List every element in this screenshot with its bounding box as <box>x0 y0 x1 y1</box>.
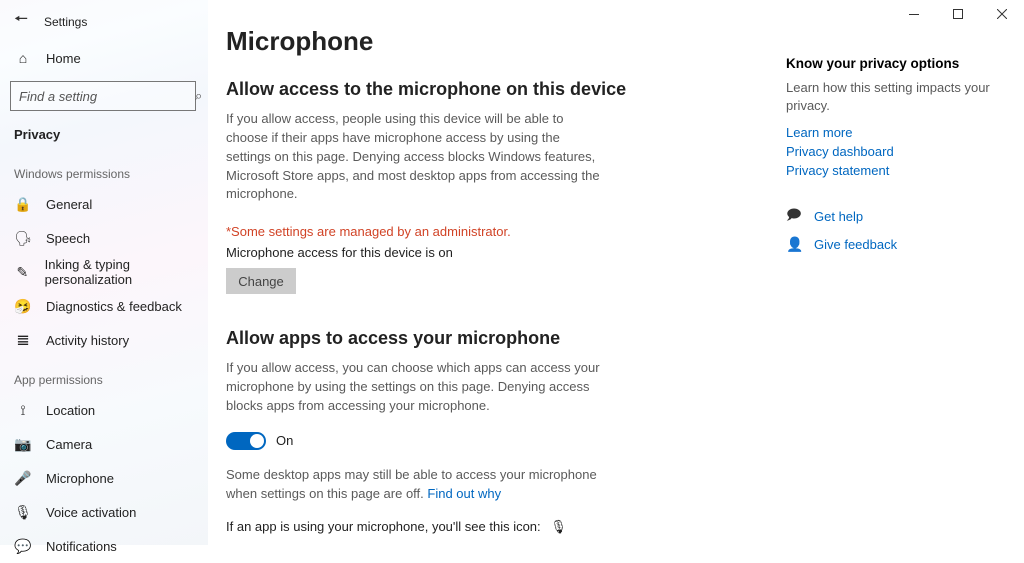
category-privacy[interactable]: Privacy <box>0 117 208 151</box>
search-input[interactable] <box>19 89 195 104</box>
sidebar-item-inking[interactable]: ✎Inking & typing personalization <box>0 255 208 289</box>
back-button[interactable]: 🠔 <box>10 8 32 35</box>
section2-note: Some desktop apps may still be able to a… <box>226 466 606 504</box>
section1-desc: If you allow access, people using this d… <box>226 110 606 204</box>
aside-heading: Know your privacy options <box>786 56 996 71</box>
allow-apps-state: On <box>276 433 293 448</box>
lock-icon: 🔒 <box>14 196 32 213</box>
ink-icon: ✎ <box>14 264 31 281</box>
get-help-link[interactable]: 🗩 Get help <box>786 204 996 228</box>
home-icon: ⌂ <box>14 50 32 66</box>
aside-panel: Know your privacy options Learn how this… <box>786 26 996 545</box>
change-button[interactable]: Change <box>226 268 296 294</box>
main-area: Microphone Allow access to the microphon… <box>208 0 1024 545</box>
sidebar: 🠔 Settings ⌂ Home ⌕ Privacy Windows perm… <box>0 0 208 545</box>
section-header-app-permissions: App permissions <box>0 357 208 393</box>
sidebar-item-general[interactable]: 🔒General <box>0 187 208 221</box>
aside-desc: Learn how this setting impacts your priv… <box>786 79 996 115</box>
link-privacy-dashboard[interactable]: Privacy dashboard <box>786 144 996 159</box>
section1-heading: Allow access to the microphone on this d… <box>226 79 786 100</box>
help-icon: 🗩 <box>786 204 804 228</box>
voice-icon: 🎙 <box>14 504 32 521</box>
sidebar-item-microphone[interactable]: 🎤Microphone <box>0 461 208 495</box>
section-device-access: Allow access to the microphone on this d… <box>226 79 786 294</box>
section2-desc: If you allow access, you can choose whic… <box>226 359 606 416</box>
camera-icon: 📷 <box>14 436 32 453</box>
mic-icon: 🎤 <box>14 470 32 487</box>
home-label: Home <box>46 51 81 66</box>
allow-apps-toggle[interactable] <box>226 432 266 450</box>
location-icon: ⟟ <box>14 402 32 419</box>
home-nav[interactable]: ⌂ Home <box>0 41 208 75</box>
minimize-button[interactable] <box>892 0 936 28</box>
search-icon: ⌕ <box>195 88 202 104</box>
sidebar-item-camera[interactable]: 📷Camera <box>0 427 208 461</box>
close-button[interactable] <box>980 0 1024 28</box>
speech-icon: 🗣 <box>14 230 32 247</box>
sidebar-item-voice-activation[interactable]: 🎙Voice activation <box>0 495 208 529</box>
window-titlebar <box>892 0 1024 28</box>
section2-heading: Allow apps to access your microphone <box>226 328 786 349</box>
page-title: Microphone <box>226 26 786 57</box>
give-feedback-link[interactable]: 👤 Give feedback <box>786 236 996 253</box>
sidebar-item-speech[interactable]: 🗣Speech <box>0 221 208 255</box>
sidebar-item-diagnostics[interactable]: 🤧Diagnostics & feedback <box>0 289 208 323</box>
mic-in-use-sentence: If an app is using your microphone, you'… <box>226 519 786 535</box>
link-learn-more[interactable]: Learn more <box>786 125 996 140</box>
mic-indicator-icon: 🎙 <box>550 519 567 534</box>
feedback-icon: 👤 <box>786 236 804 253</box>
maximize-button[interactable] <box>936 0 980 28</box>
diag-icon: 🤧 <box>14 298 32 315</box>
sidebar-item-notifications[interactable]: 💬Notifications <box>0 529 208 563</box>
section-app-access: Allow apps to access your microphone If … <box>226 328 786 535</box>
sidebar-item-location[interactable]: ⟟Location <box>0 393 208 427</box>
activity-icon: 𝌆 <box>14 332 32 349</box>
content: Microphone Allow access to the microphon… <box>226 26 786 545</box>
find-out-why-link[interactable]: Find out why <box>427 486 501 501</box>
search-input-wrap[interactable]: ⌕ <box>10 81 196 111</box>
sidebar-item-activity[interactable]: 𝌆Activity history <box>0 323 208 357</box>
admin-warning: *Some settings are managed by an adminis… <box>226 224 786 239</box>
settings-title: Settings <box>44 15 87 29</box>
link-privacy-statement[interactable]: Privacy statement <box>786 163 996 178</box>
device-access-status: Microphone access for this device is on <box>226 245 786 260</box>
category-label: Privacy <box>14 127 60 142</box>
notif-icon: 💬 <box>14 538 32 555</box>
section-header-windows-permissions: Windows permissions <box>0 151 208 187</box>
